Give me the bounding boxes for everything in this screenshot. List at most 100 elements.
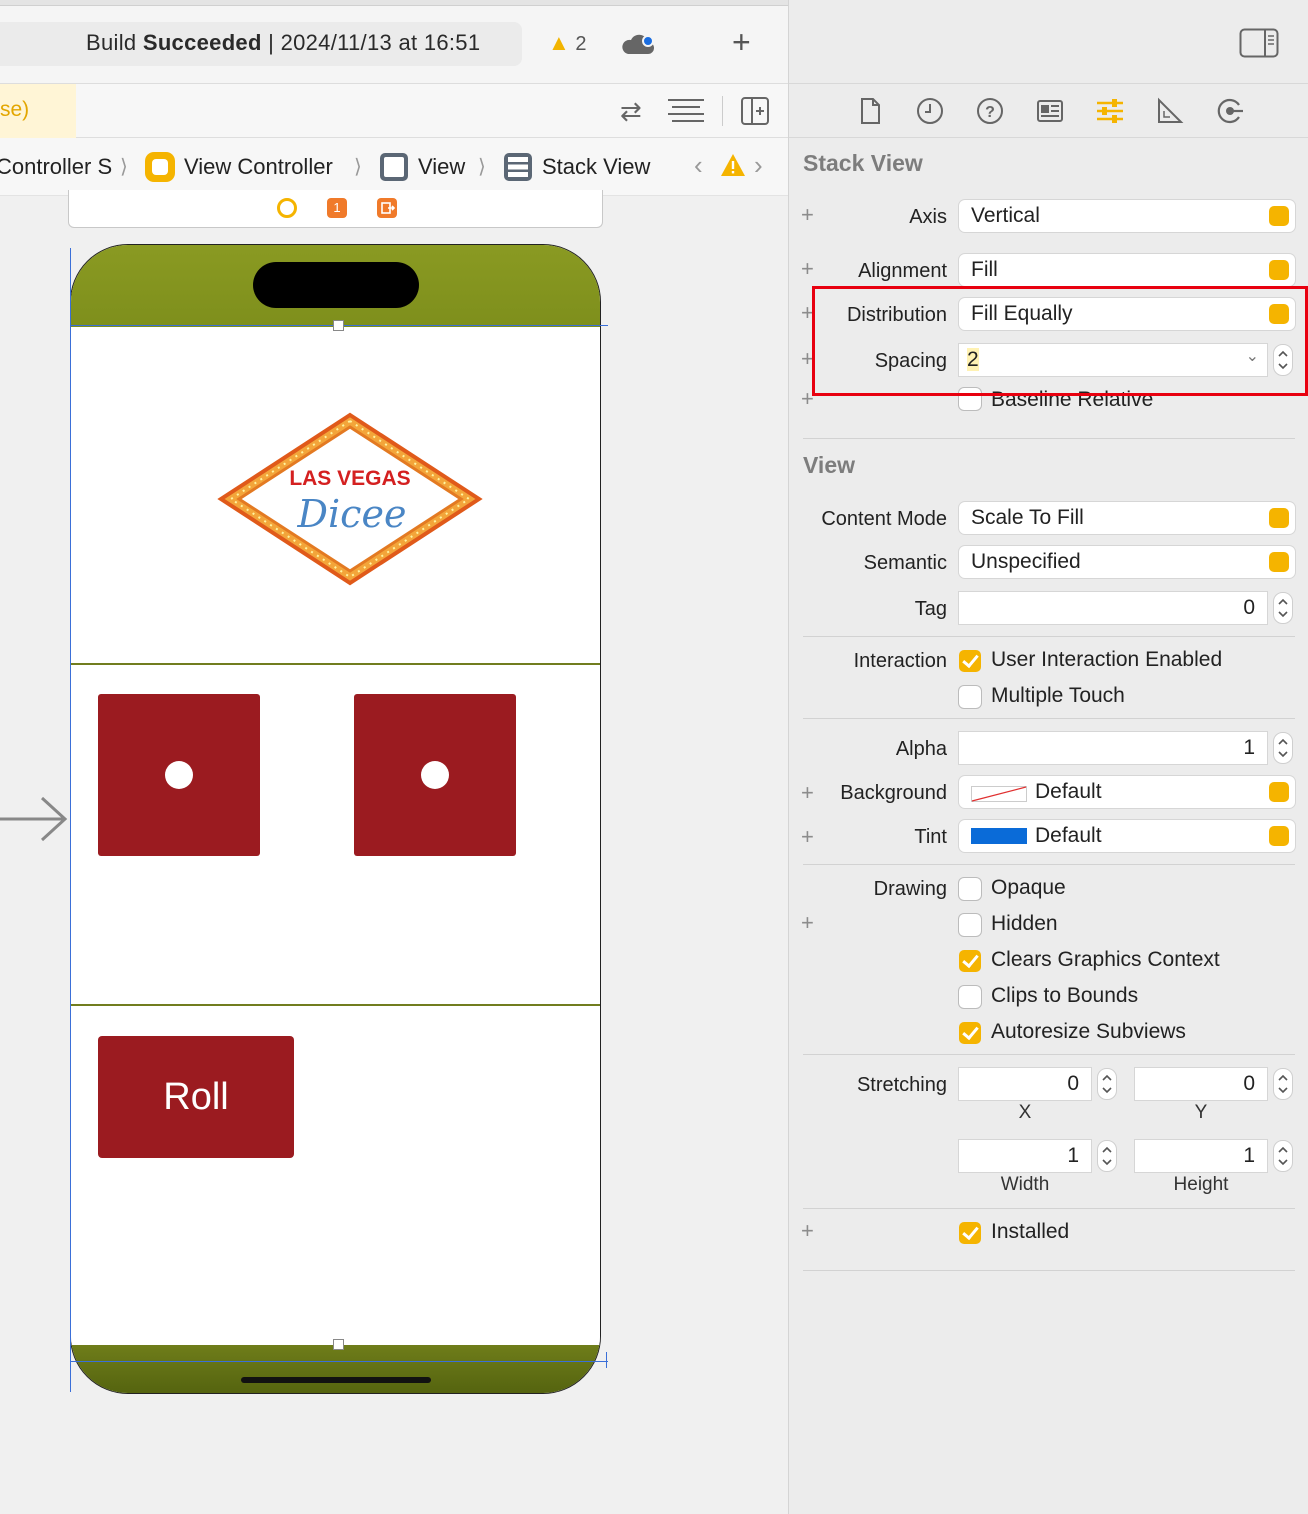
alpha-stepper[interactable] [1273,732,1293,764]
add-variation-icon[interactable]: + [801,824,814,850]
warning-indicator[interactable]: ▲ 2 [548,30,586,56]
tag-field[interactable]: 0 [959,592,1267,624]
tint-popup[interactable]: Default [959,820,1295,852]
add-variation-icon[interactable]: + [801,780,814,806]
build-status: Build Succeeded | 2024/11/13 at 16:51 [86,30,480,56]
stretch-x-field[interactable]: 0 [959,1068,1091,1100]
adjust-editor-icon[interactable] [668,98,704,129]
semantic-value: Unspecified [971,550,1081,573]
warning-count: 2 [575,33,587,55]
add-variation-icon[interactable]: + [801,256,814,282]
file-inspector-icon[interactable] [855,96,885,126]
resize-handle[interactable] [333,1339,344,1350]
hidden-checkbox[interactable] [959,914,981,936]
alpha-field[interactable]: 1 [959,732,1267,764]
background-popup[interactable]: Default [959,776,1295,808]
swap-arrows-icon[interactable]: ⇄ [620,96,642,127]
next-issue-icon[interactable]: › [754,150,763,181]
history-inspector-icon[interactable] [915,96,945,126]
cloud-icon[interactable] [620,32,656,63]
button-section[interactable]: Roll [71,1008,600,1346]
opaque-label: Opaque [991,876,1066,899]
iphone-frame: LAS VEGAS Dicee Roll [70,244,601,1394]
editor-tab[interactable]: se) [0,84,76,138]
svg-text:?: ? [985,104,995,121]
storyboard-canvas: Build Succeeded | 2024/11/13 at 16:51 ▲ … [0,0,788,1514]
breadcrumb-stack-view[interactable]: Stack View [542,154,650,180]
opaque-checkbox[interactable] [959,878,981,900]
previous-issue-icon[interactable]: ‹ [694,150,703,181]
multiple-touch-checkbox[interactable] [959,686,981,708]
add-variation-icon[interactable]: + [801,910,814,936]
add-icon[interactable]: + [732,26,751,58]
first-responder-icon[interactable]: 1 [327,198,347,218]
view-controller-dock-icon[interactable] [277,198,297,218]
dice-right[interactable] [354,694,516,856]
clears-graphics-checkbox[interactable] [959,950,981,972]
alignment-label: Alignment [858,260,947,282]
stretch-height-stepper[interactable] [1273,1140,1293,1172]
connections-inspector-icon[interactable] [1215,96,1245,126]
popup-arrows-icon [1269,782,1289,802]
logo-section[interactable]: LAS VEGAS Dicee [71,327,600,665]
background-label: Background [840,782,947,804]
stretch-height-field[interactable]: 1 [1135,1140,1267,1172]
identity-inspector-icon[interactable] [1035,96,1065,126]
stretch-width-caption: Width [1000,1174,1050,1195]
dice-pip [165,761,193,789]
multiple-touch-label: Multiple Touch [991,684,1125,707]
section-divider [803,1054,1295,1055]
axis-popup[interactable]: Vertical [959,200,1295,232]
breadcrumb-view-controller[interactable]: View Controller [184,154,333,180]
installed-checkbox[interactable] [959,1222,981,1244]
section-divider [803,1208,1295,1209]
dice-left[interactable] [98,694,260,856]
chevron-right-icon: ⟩ [354,156,362,178]
installed-label: Installed [991,1220,1070,1243]
dice-pip [421,761,449,789]
clips-bounds-checkbox[interactable] [959,986,981,1008]
stretch-y-caption: Y [1194,1102,1208,1123]
semantic-popup[interactable]: Unspecified [959,546,1295,578]
tag-stepper[interactable] [1273,592,1293,624]
alignment-popup[interactable]: Fill [959,254,1295,286]
logo-title: LAS VEGAS [289,467,410,490]
stretch-y-stepper[interactable] [1273,1068,1293,1100]
background-value: Default [1035,780,1102,803]
size-inspector-icon[interactable] [1155,96,1185,126]
section-divider [803,864,1295,865]
add-editor-icon[interactable] [740,96,770,131]
alpha-label: Alpha [895,738,947,760]
user-interaction-checkbox[interactable] [959,650,981,672]
stretch-width-field[interactable]: 1 [959,1140,1091,1172]
editor-tab-bar: se) ⇄ [0,84,788,138]
content-mode-label: Content Mode [821,508,947,530]
help-inspector-icon[interactable]: ? [975,96,1005,126]
section-divider [803,718,1295,719]
stretch-width-stepper[interactable] [1097,1140,1117,1172]
content-mode-popup[interactable]: Scale To Fill [959,502,1295,534]
resize-handle[interactable] [333,320,344,331]
warning-icon[interactable] [720,152,746,184]
attributes-inspector-icon[interactable] [1095,96,1125,126]
autoresize-checkbox[interactable] [959,1022,981,1044]
roll-button[interactable]: Roll [98,1036,294,1158]
stretch-x-stepper[interactable] [1097,1068,1117,1100]
axis-label: Axis [909,206,947,228]
autoresize-label: Autoresize Subviews [991,1020,1186,1043]
entry-point-arrow-icon[interactable] [0,796,70,847]
popup-arrows-icon [1269,508,1289,528]
popup-arrows-icon [1269,260,1289,280]
add-variation-icon[interactable]: + [801,202,814,228]
section-divider [803,636,1295,637]
exit-icon[interactable] [377,198,397,218]
dice-section[interactable] [71,667,600,1006]
alignment-value: Fill [971,258,998,281]
tint-value: Default [1035,824,1102,847]
stack-view-icon [502,151,534,189]
breadcrumb-view[interactable]: View [418,154,465,180]
breadcrumb-scene[interactable]: Controller S [0,154,112,180]
add-variation-icon[interactable]: + [801,1218,814,1244]
sidebar-toggle-icon[interactable] [1239,28,1279,63]
stretch-y-field[interactable]: 0 [1135,1068,1267,1100]
